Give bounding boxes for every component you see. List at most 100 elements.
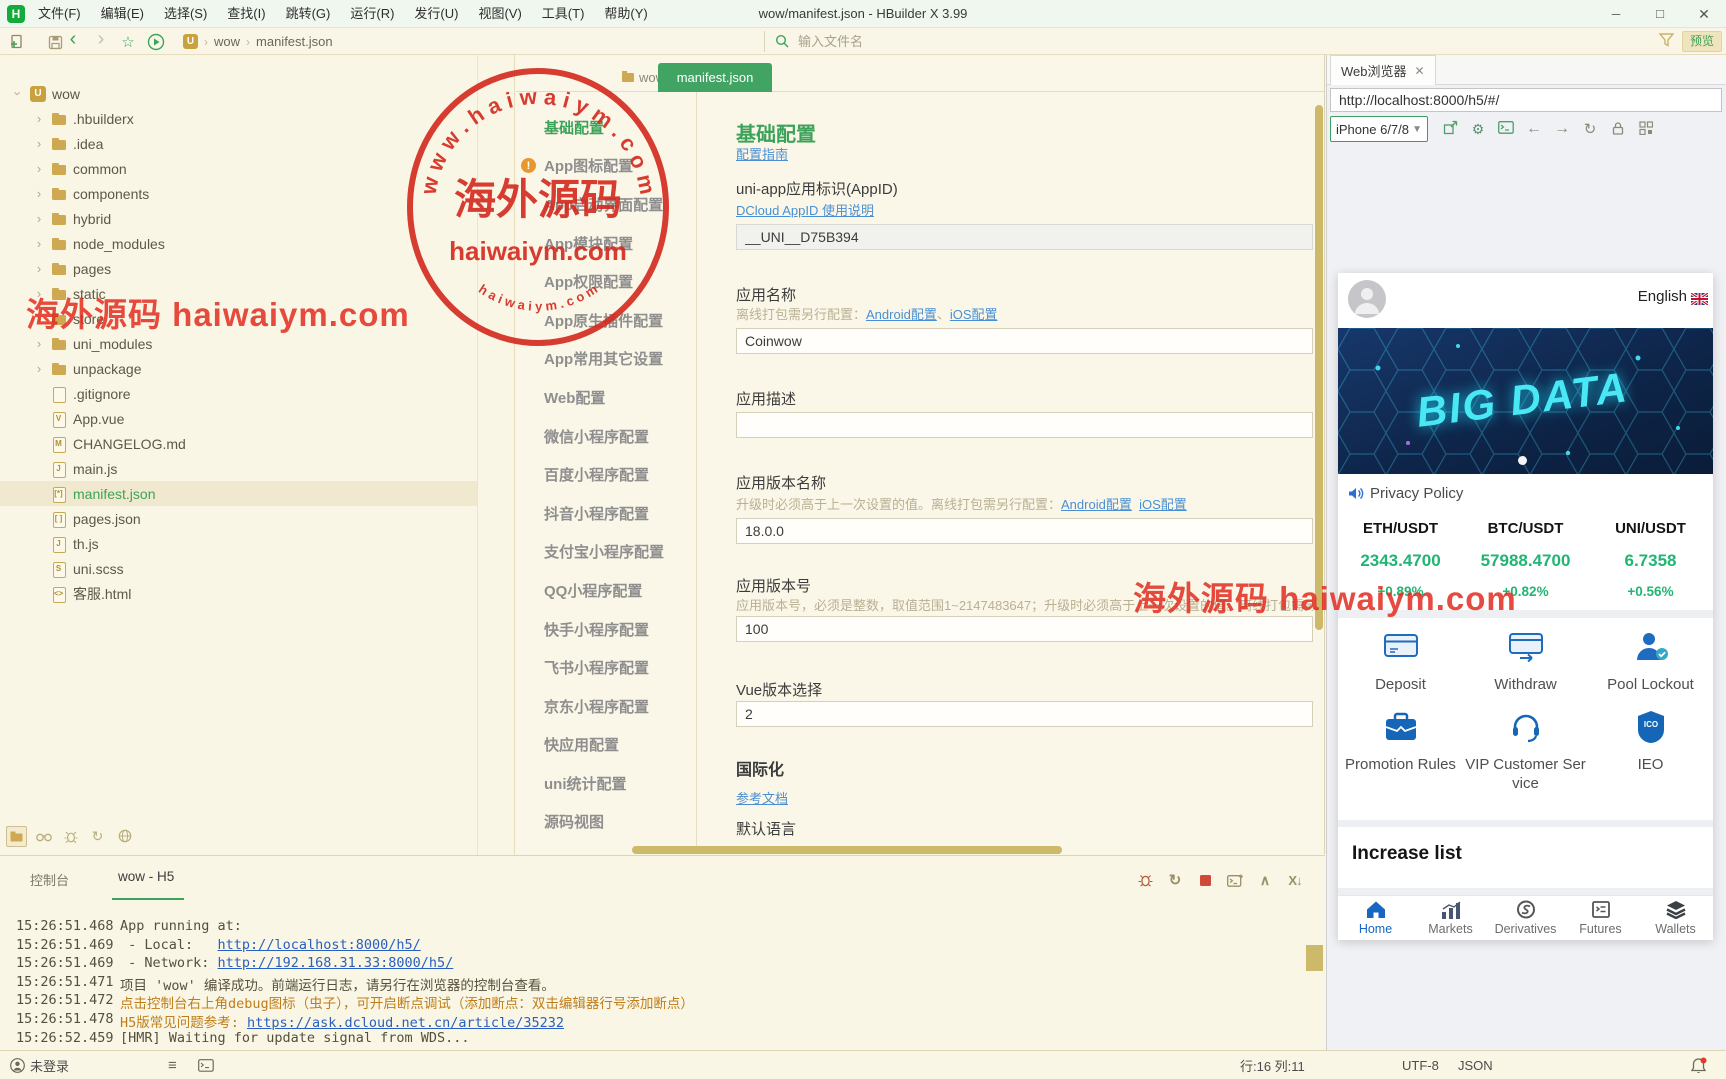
ieo-button[interactable]: ICO IEO [1588, 710, 1713, 774]
android-config-link[interactable]: Android配置 [1061, 497, 1132, 512]
appid-doc-link[interactable]: DCloud AppID 使用说明 [736, 203, 874, 218]
section-nav-item[interactable]: ! Web配置 [516, 378, 696, 417]
tab-console[interactable]: 控制台 [30, 870, 69, 889]
breadcrumb-project[interactable]: wow [214, 34, 240, 49]
new-terminal-icon[interactable] [1227, 872, 1243, 888]
section-nav-item[interactable]: ! App常用其它设置 [516, 340, 696, 379]
tree-item[interactable]: wow [0, 81, 477, 106]
resize-window-icon[interactable] [1436, 120, 1464, 138]
globe-icon[interactable] [114, 826, 135, 847]
chevron-icon[interactable] [33, 236, 45, 251]
chevron-icon[interactable] [33, 336, 45, 351]
tree-item[interactable]: pages [0, 256, 477, 281]
tree-item[interactable]: <> 客服.html [0, 581, 477, 606]
ticker[interactable]: ETH/USDT 2343.4700 +0.89% [1338, 512, 1463, 610]
section-nav-item[interactable]: ! App权限配置 [516, 262, 696, 301]
ios-config-link[interactable]: iOS配置 [1139, 497, 1187, 512]
section-nav-item[interactable]: ! QQ小程序配置 [516, 571, 696, 610]
bug-debug-icon[interactable] [60, 826, 81, 847]
tab-manifest-json[interactable]: manifest.json [658, 63, 772, 92]
chevron-icon[interactable] [33, 261, 45, 276]
devtools-console-icon[interactable] [1492, 121, 1520, 137]
encoding[interactable]: UTF-8 [1402, 1051, 1439, 1079]
chevron-icon[interactable] [33, 211, 45, 226]
section-nav-item[interactable]: ! 基础配置 [516, 108, 696, 147]
section-nav-item[interactable]: ! 源码视图 [516, 803, 696, 842]
chevron-icon[interactable] [33, 361, 45, 376]
tab-web-browser[interactable]: Web浏览器 ✕ [1330, 55, 1436, 85]
section-nav-item[interactable]: ! 微信小程序配置 [516, 417, 696, 456]
debug-bug-icon[interactable] [1137, 872, 1153, 888]
panel-resize-grip[interactable] [1306, 945, 1323, 971]
login-status[interactable]: 未登录 [10, 1051, 69, 1079]
tree-item[interactable]: common [0, 156, 477, 181]
nav-wallets[interactable]: Wallets [1638, 896, 1713, 940]
nav-home[interactable]: Home [1338, 896, 1413, 940]
section-nav-item[interactable]: ! App启动界面配置 [516, 185, 696, 224]
section-nav-item[interactable]: ! 支付宝小程序配置 [516, 533, 696, 572]
preview-button[interactable]: 预览 [1682, 31, 1722, 52]
filter-icon[interactable] [1659, 33, 1674, 52]
tab-run-session[interactable]: wow - H5 [118, 869, 174, 884]
maximize-button[interactable]: □ [1638, 0, 1682, 28]
section-nav-item[interactable]: ! App图标配置 [516, 147, 696, 186]
restart-icon[interactable]: ↻ [1167, 872, 1183, 888]
section-nav-item[interactable]: ! 快应用配置 [516, 726, 696, 765]
back-icon[interactable]: ‹ [62, 28, 84, 50]
outline-icon[interactable]: ≡ [168, 1051, 177, 1079]
terminal-icon[interactable] [198, 1051, 214, 1079]
banner-carousel[interactable]: BIG DATA [1338, 328, 1713, 474]
address-bar[interactable]: http://localhost:8000/h5/#/ [1330, 88, 1722, 112]
tree-item[interactable]: uni_modules [0, 331, 477, 356]
stop-icon[interactable] [1197, 872, 1213, 888]
breadcrumb-file[interactable]: manifest.json [256, 34, 333, 49]
section-nav-item[interactable]: ! App原生插件配置 [516, 301, 696, 340]
tree-item[interactable]: [*] manifest.json [0, 481, 477, 506]
ios-config-link[interactable]: iOS配置 [950, 307, 998, 322]
app-desc-input[interactable] [736, 412, 1313, 438]
avatar[interactable] [1348, 280, 1386, 318]
tree-item[interactable]: V App.vue [0, 406, 477, 431]
notice-bar[interactable]: Privacy Policy [1338, 474, 1713, 512]
notification-bell-icon[interactable] [1690, 1051, 1707, 1079]
qr-code-icon[interactable] [1632, 121, 1660, 138]
tree-item[interactable]: static [0, 281, 477, 306]
chevron-icon[interactable] [33, 111, 45, 126]
project-manager-icon[interactable] [6, 826, 27, 847]
language-selector[interactable]: English [1638, 288, 1687, 305]
tree-item[interactable]: .hbuilderx [0, 106, 477, 131]
chevron-icon[interactable] [33, 311, 45, 326]
tree-item[interactable]: hybrid [0, 206, 477, 231]
vue-version-select[interactable] [736, 701, 1313, 727]
section-nav-item[interactable]: ! 百度小程序配置 [516, 455, 696, 494]
version-code-input[interactable] [736, 616, 1313, 642]
editor-vertical-scrollbar[interactable] [1315, 105, 1323, 630]
ticker[interactable]: UNI/USDT 6.7358 +0.56% [1588, 512, 1713, 610]
editor-horizontal-scrollbar[interactable] [632, 846, 1062, 854]
tree-item[interactable]: .gitignore [0, 381, 477, 406]
section-nav-item[interactable]: ! App模块配置 [516, 224, 696, 263]
section-nav-item[interactable]: ! 京东小程序配置 [516, 687, 696, 726]
forward-icon[interactable]: › [90, 28, 112, 50]
chevron-icon[interactable] [33, 286, 45, 301]
new-file-icon[interactable] [6, 31, 28, 53]
collapse-panel-icon[interactable]: ∧ [1257, 872, 1273, 888]
star-icon[interactable]: ☆ [117, 31, 139, 53]
run-icon[interactable] [145, 31, 167, 53]
pool-lockout-button[interactable]: Pool Lockout [1588, 630, 1713, 694]
file-type[interactable]: JSON [1458, 1051, 1493, 1079]
section-nav-item[interactable]: ! 抖音小程序配置 [516, 494, 696, 533]
android-config-link[interactable]: Android配置 [866, 307, 937, 322]
app-name-input[interactable] [736, 328, 1313, 354]
version-name-input[interactable] [736, 518, 1313, 544]
appid-input[interactable] [736, 224, 1313, 250]
section-nav-item[interactable]: ! uni统计配置 [516, 764, 696, 803]
minimize-button[interactable]: ─ [1594, 0, 1638, 28]
search-input[interactable] [796, 33, 1556, 50]
promotion-rules-button[interactable]: Promotion Rules [1338, 710, 1463, 774]
tree-item[interactable]: M CHANGELOG.md [0, 431, 477, 456]
tree-item[interactable]: store [0, 306, 477, 331]
cursor-position[interactable]: 行:16 列:11 [1240, 1051, 1305, 1079]
tree-item[interactable]: components [0, 181, 477, 206]
close-tab-icon[interactable]: ✕ [1415, 64, 1425, 78]
